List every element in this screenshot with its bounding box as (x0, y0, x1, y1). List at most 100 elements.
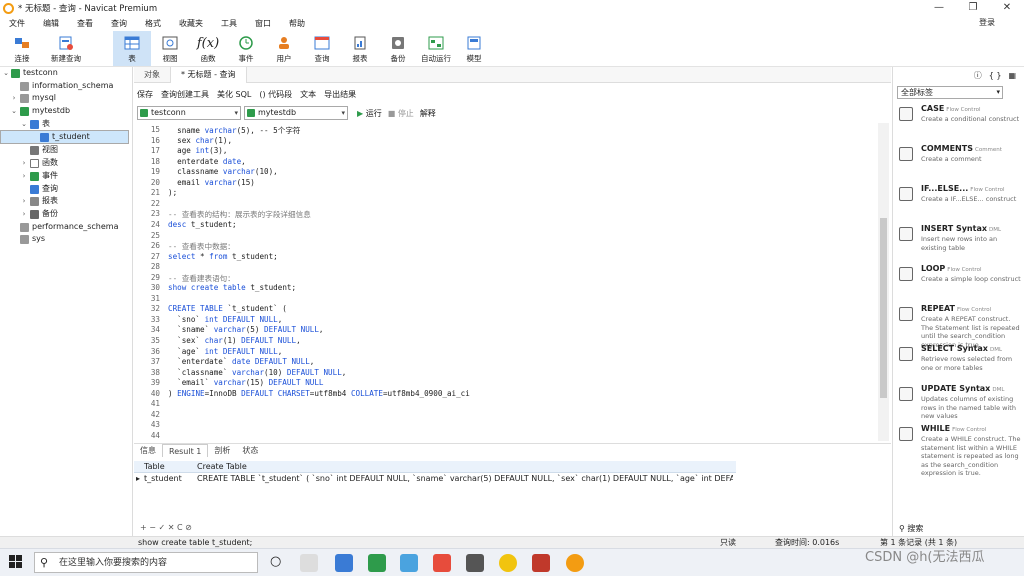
column-header-create-table[interactable]: Create Table (197, 461, 733, 473)
query-button[interactable]: 查询 (303, 31, 341, 66)
tree-item-sys[interactable]: sys (0, 233, 132, 246)
code-line[interactable]: classname varchar(10), (168, 167, 278, 176)
menu-edit[interactable]: 编辑 (34, 18, 68, 29)
tree-item-performance-schema[interactable]: performance_schema (0, 221, 132, 234)
grid-icon[interactable]: ▦ (1008, 71, 1016, 80)
table-button[interactable]: 表 (113, 31, 151, 66)
menu-window[interactable]: 窗口 (246, 18, 280, 29)
tree-item-events[interactable]: › 事件 (0, 170, 132, 183)
snippet-item[interactable]: LOOP Flow Control Create a simple loop con… (899, 263, 1024, 303)
model-button[interactable]: 模型 (455, 31, 493, 66)
code-line[interactable]: `classname` varchar(10) DEFAULT NULL, (168, 368, 346, 377)
navicat-taskbar-icon[interactable] (566, 554, 584, 572)
code-icon[interactable]: { } (989, 71, 1002, 80)
app-icon[interactable] (532, 554, 550, 572)
cortana-icon[interactable]: ○ (270, 554, 281, 569)
minimize-button[interactable]: — (922, 0, 956, 16)
connection-select[interactable]: testconn ▾ (137, 106, 241, 120)
taskbar-search-input[interactable]: 在这里输入你要搜索的内容 (34, 552, 258, 573)
app-icon[interactable] (368, 554, 386, 572)
code-line[interactable]: desc t_student; (168, 220, 237, 229)
tab-profile[interactable]: 剖析 (208, 444, 236, 457)
menu-file[interactable]: 文件 (0, 18, 34, 29)
code-line[interactable]: `enterdate` date DEFAULT NULL, (168, 357, 314, 366)
tree-item-backups[interactable]: › 备份 (0, 208, 132, 221)
snippet-item[interactable]: INSERT Syntax DML Insert new rows into an … (899, 223, 1024, 263)
text-button[interactable]: 文本 (300, 89, 316, 100)
menu-tools[interactable]: 工具 (212, 18, 246, 29)
beautify-sql-button[interactable]: 美化 SQL (217, 89, 251, 100)
column-header-table[interactable]: Table (144, 461, 165, 473)
code-line[interactable]: show create table t_student; (168, 283, 296, 292)
snippet-item[interactable]: CASE Flow Control Create a conditional con… (899, 103, 1024, 143)
code-line[interactable]: -- 查看建表语句： (168, 273, 235, 284)
code-line[interactable]: `email` varchar(15) DEFAULT NULL (168, 378, 323, 387)
tab-objects[interactable]: 对象 (134, 67, 170, 83)
app-icon[interactable] (335, 554, 353, 572)
code-line[interactable]: `sex` char(1) DEFAULT NULL, (168, 336, 301, 345)
report-button[interactable]: 报表 (341, 31, 379, 66)
snippet-search[interactable]: ⚲ 搜索 (899, 523, 923, 534)
code-line[interactable]: -- 查看表的结构：展示表的字段详细信息 (168, 209, 311, 220)
automation-button[interactable]: 自动运行 (417, 31, 455, 66)
app-icon[interactable] (400, 554, 418, 572)
tree-item-t-student[interactable]: t_student (0, 130, 129, 145)
code-line[interactable]: enterdate date, (168, 157, 246, 166)
code-line[interactable]: ); (168, 188, 177, 197)
maximize-button[interactable]: ❐ (956, 0, 990, 16)
code-line[interactable]: select * from t_student; (168, 252, 278, 261)
close-button[interactable]: ✕ (990, 0, 1024, 16)
tree-item-views[interactable]: 视图 (0, 144, 132, 157)
export-result-button[interactable]: 导出结果 (324, 89, 356, 100)
cell-table[interactable]: t_student (144, 473, 182, 485)
login-link[interactable]: 登录 (970, 16, 1004, 30)
tab-result-1[interactable]: Result 1 (162, 444, 209, 457)
grid-footer-controls[interactable]: + − ✓ ✕ C ⊘ (134, 521, 891, 535)
tab-info[interactable]: 信息 (134, 444, 162, 457)
stop-button[interactable]: ■ 停止 (388, 108, 414, 119)
chrome-icon[interactable] (499, 554, 517, 572)
app-icon[interactable] (466, 554, 484, 572)
menu-favorites[interactable]: 收藏夹 (170, 18, 212, 29)
tree-item-tables[interactable]: ⌄ 表 (0, 118, 132, 131)
tree-item-reports[interactable]: › 报表 (0, 195, 132, 208)
code-line[interactable]: `age` int DEFAULT NULL, (168, 347, 282, 356)
snippet-item[interactable]: SELECT Syntax DML Retrieve rows selected f… (899, 343, 1024, 383)
task-view-icon[interactable] (300, 554, 318, 572)
code-line[interactable]: email varchar(15) (168, 178, 255, 187)
code-line[interactable]: ) ENGINE=InnoDB DEFAULT CHARSET=utf8mb4 … (168, 389, 470, 398)
new-query-button[interactable]: 新建查询 (47, 31, 85, 66)
code-line[interactable]: age int(3), (168, 146, 227, 155)
tree-item-queries[interactable]: 查询 (0, 183, 132, 196)
windows-start-icon[interactable] (9, 555, 23, 569)
snippet-item[interactable]: WHILE Flow Control Create a WHILE construc… (899, 423, 1024, 477)
event-button[interactable]: 事件 (227, 31, 265, 66)
code-line[interactable]: sname varchar(5), -- 5个字符 (168, 125, 300, 136)
snippet-item[interactable]: UPDATE Syntax DML Updates columns of exist… (899, 383, 1024, 423)
menu-query[interactable]: 查询 (102, 18, 136, 29)
sql-editor[interactable]: 15 sname varchar(5), -- 5个字符 16 sex char(… (134, 123, 878, 441)
view-button[interactable]: 视图 (151, 31, 189, 66)
tab-status[interactable]: 状态 (236, 444, 264, 457)
tree-item-mysql[interactable]: › mysql (0, 92, 132, 105)
code-line[interactable]: -- 查看表中数据： (168, 241, 235, 252)
backup-button[interactable]: 备份 (379, 31, 417, 66)
app-icon[interactable] (433, 554, 451, 572)
scrollbar-thumb[interactable] (880, 218, 887, 398)
run-button[interactable]: ▶ 运行 (357, 108, 382, 119)
snippet-filter-select[interactable]: 全部标签 ▾ (897, 86, 1003, 99)
menu-help[interactable]: 帮助 (280, 18, 314, 29)
connect-button[interactable]: 连接 (3, 31, 41, 66)
tree-item-mytestdb[interactable]: ⌄ mytestdb (0, 105, 132, 118)
code-line[interactable]: sex char(1), (168, 136, 232, 145)
code-line[interactable]: `sname` varchar(5) DEFAULT NULL, (168, 325, 323, 334)
user-button[interactable]: 用户 (265, 31, 303, 66)
function-button[interactable]: f(x) 函数 (189, 31, 227, 66)
table-row[interactable]: ▸ t_student CREATE TABLE `t_student` ( `… (134, 473, 736, 486)
snippet-item[interactable]: COMMENTS Comment Create a comment (899, 143, 1024, 183)
code-line[interactable]: CREATE TABLE `t_student` ( (168, 304, 287, 313)
database-select[interactable]: mytestdb ▾ (244, 106, 348, 120)
menu-format[interactable]: 格式 (136, 18, 170, 29)
tab-untitled-query[interactable]: * 无标题 - 查询 (170, 67, 247, 83)
tree-item-information-schema[interactable]: information_schema (0, 80, 132, 93)
